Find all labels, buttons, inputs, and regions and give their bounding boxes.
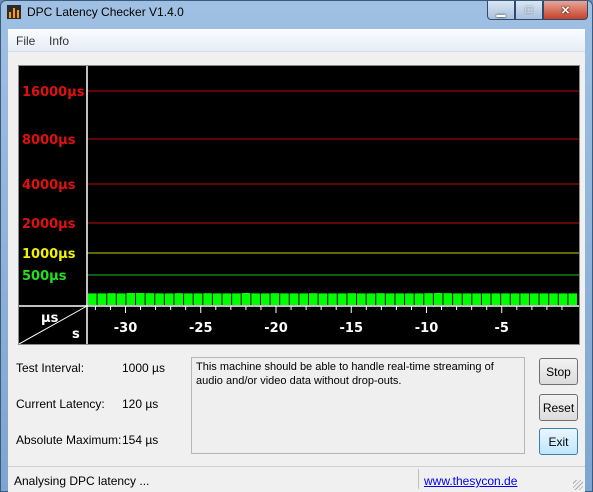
title-bar[interactable]: DPC Latency Checker V1.4.0 ▁ □ ✕ [1, 1, 592, 27]
latency-bar [414, 293, 424, 305]
latency-bar [462, 293, 472, 305]
latency-bar [212, 293, 222, 305]
unit-s-label: s [72, 327, 80, 342]
latency-bar [193, 293, 203, 305]
latency-bar [443, 293, 453, 305]
latency-bar [385, 293, 395, 305]
latency-bar [357, 293, 366, 305]
y-axis-label: 1000µs [22, 247, 76, 262]
exit-button[interactable]: Exit [539, 428, 578, 455]
latency-bar [222, 293, 232, 305]
x-axis-label: -10 [415, 321, 439, 336]
x-axis-label: -5 [495, 321, 509, 336]
latency-bar [241, 293, 251, 305]
close-button[interactable]: ✕ [543, 1, 588, 20]
current-latency-value: 120 µs [122, 397, 159, 411]
latency-bar [164, 293, 174, 305]
latency-bar [520, 293, 529, 305]
latency-bar [328, 293, 337, 305]
y-axis-label: 500µs [22, 269, 67, 284]
y-axis-label: 16000µs [22, 85, 85, 100]
absolute-max-label: Absolute Maximum: [16, 433, 122, 447]
latency-bar [232, 293, 241, 305]
latency-bar [174, 293, 184, 305]
latency-bar [184, 293, 193, 305]
latency-bar [289, 293, 299, 305]
latency-bar [481, 293, 491, 305]
latency-bar [145, 293, 155, 305]
latency-bar [529, 293, 539, 305]
website-link[interactable]: www.thesycon.de [424, 474, 517, 488]
maximize-icon: □ [525, 4, 533, 16]
client-area: File Info 16000µs 8000µs 4000µs 2000µs 1000µ… [8, 29, 585, 492]
latency-bar [491, 293, 501, 305]
latency-bar [318, 293, 328, 305]
latency-bar [568, 293, 577, 305]
status-separator [418, 469, 419, 489]
resize-grip-icon[interactable] [573, 480, 583, 490]
latency-bar [501, 293, 510, 305]
x-axis-label: -30 [114, 321, 138, 336]
latency-bar [280, 293, 289, 305]
status-bar: Analysing DPC latency ... www.thesycon.d… [8, 466, 585, 492]
x-axis-label: -15 [340, 321, 364, 336]
latency-bar [260, 293, 270, 305]
latency-bar [424, 293, 433, 305]
latency-bar [549, 293, 558, 305]
y-axis-label: 2000µs [22, 217, 76, 232]
close-icon: ✕ [560, 4, 571, 17]
maximize-button[interactable]: □ [515, 1, 543, 20]
latency-bar [347, 293, 357, 305]
latency-bar [366, 293, 376, 305]
unit-us-label: µs [41, 311, 59, 326]
latency-bar [116, 293, 126, 305]
latency-bar [539, 293, 549, 305]
x-axis-label: -25 [189, 321, 213, 336]
status-text: Analysing DPC latency ... [14, 474, 150, 488]
latency-bar [107, 293, 116, 305]
reset-button[interactable]: Reset [539, 394, 578, 421]
latency-bar [97, 293, 107, 305]
stop-button[interactable]: Stop [539, 358, 578, 385]
latency-bar [126, 293, 136, 305]
absolute-max-value: 154 µs [122, 433, 159, 447]
latency-bar [308, 293, 318, 305]
latency-bar [376, 293, 385, 305]
current-latency-label: Current Latency: [16, 397, 105, 411]
minimize-icon: ▁ [496, 4, 506, 17]
latency-bar [510, 293, 520, 305]
latency-bar [299, 293, 308, 305]
y-axis-label: 4000µs [22, 178, 76, 193]
x-axis-label: -20 [264, 321, 288, 336]
latency-bar [337, 293, 347, 305]
app-icon [7, 5, 21, 19]
menu-file[interactable]: File [16, 34, 35, 48]
menu-bar: File Info [8, 29, 585, 52]
latency-graph: 16000µs 8000µs 4000µs 2000µs 1000µs 500µs µs s -… [18, 65, 580, 345]
latency-bar [251, 293, 260, 305]
y-axis-label: 8000µs [22, 133, 76, 148]
latency-bar [405, 293, 414, 305]
latency-bar [136, 293, 145, 305]
test-interval-label: Test Interval: [16, 361, 85, 375]
latency-bar [88, 293, 97, 305]
app-window: DPC Latency Checker V1.4.0 ▁ □ ✕ File In… [0, 0, 593, 492]
latency-bar [453, 293, 462, 305]
test-interval-value: 1000 µs [122, 361, 165, 375]
latency-graph-canvas: 16000µs 8000µs 4000µs 2000µs 1000µs 500µs µss -… [19, 66, 579, 344]
latency-bar [472, 293, 481, 305]
latency-bar [433, 293, 443, 305]
latency-bar [203, 293, 212, 305]
latency-bar [558, 293, 568, 305]
menu-info[interactable]: Info [49, 34, 69, 48]
latency-bar [395, 293, 405, 305]
latency-bar [155, 293, 164, 305]
latency-bar [270, 293, 280, 305]
window-title: DPC Latency Checker V1.4.0 [27, 5, 184, 19]
minimize-button[interactable]: ▁ [487, 1, 515, 20]
status-message-box: This machine should be able to handle re… [191, 357, 525, 454]
